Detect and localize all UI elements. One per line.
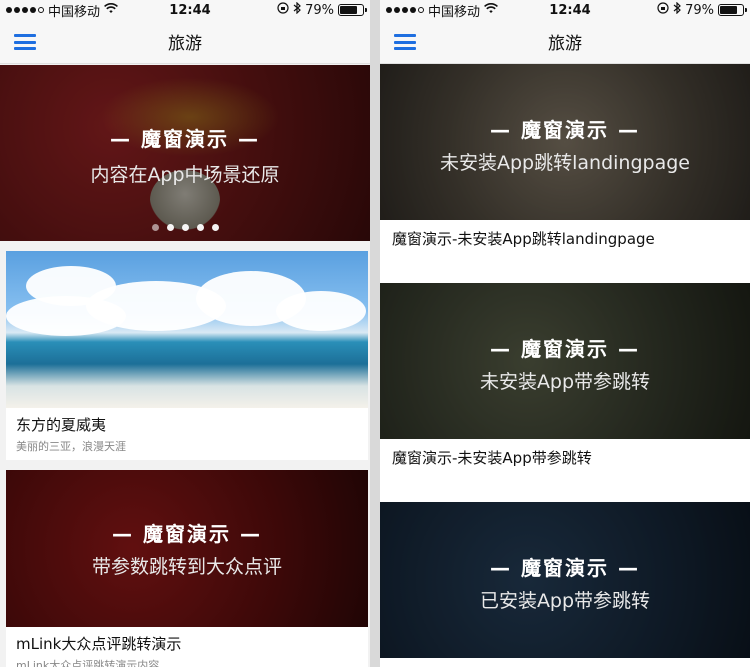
page-title: 旅游 (168, 34, 202, 54)
carrier-label: 中国移动 (48, 4, 101, 20)
card-title: mLink大众点评跳转演示 (16, 635, 182, 653)
card-caption: 东方的夏威夷 美丽的三亚，浪漫天涯 (6, 408, 368, 454)
battery-percent: 79% (685, 2, 714, 18)
left-phone-screen: 中国移动 12:44 79% 旅游 — 魔窗演示 — 内容在App中场景还原 东… (0, 0, 370, 667)
status-time: 12:44 (169, 2, 211, 18)
bluetooth-icon (293, 1, 301, 18)
battery-icon (717, 4, 747, 16)
right-phone-screen: 中国移动 12:44 79% 旅游 — 魔窗演示 — 未安装App跳转landi… (380, 0, 750, 667)
wifi-icon (104, 2, 118, 18)
banner-carousel[interactable]: — 魔窗演示 — 内容在App中场景还原 (0, 65, 370, 241)
navigation-bar: 旅游 (0, 20, 370, 64)
carrier-label: 中国移动 (428, 4, 481, 20)
banner-overlay (0, 65, 370, 241)
card-overlay-subtitle: 带参数跳转到大众点评 (91, 556, 282, 578)
signal-strength-icon (386, 7, 424, 13)
wifi-icon (484, 2, 498, 18)
card-caption: mLink大众点评跳转演示 mLink大众点评跳转演示内容 (6, 627, 368, 667)
hamburger-menu-icon[interactable] (14, 34, 36, 50)
card-overlay-title: — 魔窗演示 — (490, 118, 640, 142)
status-left: 中国移动 (6, 1, 146, 20)
battery-fill (339, 6, 358, 14)
card-image-liquor: — 魔窗演示 — 未安装App跳转landingpage (380, 64, 750, 220)
card-spacer (380, 257, 750, 281)
carousel-dot[interactable] (196, 224, 204, 231)
banner-subtitle: 内容在App中场景还原 (90, 164, 280, 186)
card-caption: 魔窗演示-未安装App带参跳转 (380, 439, 750, 476)
card-overlay-title: — 魔窗演示 — (490, 556, 640, 580)
battery-percent: 79% (305, 2, 334, 18)
carousel-dot[interactable] (151, 224, 159, 231)
status-bar: 中国移动 12:44 79% (0, 0, 370, 20)
card-overlay-subtitle: 未安装App带参跳转 (479, 371, 651, 393)
card-caption: 魔窗演示-未安装App跳转landingpage (380, 220, 750, 257)
carousel-dot[interactable] (211, 224, 219, 231)
card-overlay (6, 470, 368, 627)
battery-icon (337, 4, 367, 16)
card-overlay-subtitle: 未安装App跳转landingpage (440, 152, 690, 174)
card-image-beach (6, 251, 368, 408)
status-right: 79% (234, 1, 367, 18)
rotation-lock-icon (657, 2, 669, 18)
status-right: 79% (614, 1, 747, 18)
navigation-bar: 旅游 (380, 20, 750, 64)
signal-strength-icon (6, 7, 44, 13)
card-image-food: — 魔窗演示 — 已安装App带参跳转 (380, 502, 750, 658)
list-item[interactable]: — 魔窗演示 — 未安装App带参跳转 魔窗演示-未安装App带参跳转 (380, 283, 750, 500)
carousel-dot[interactable] (181, 224, 189, 231)
list-item[interactable]: — 魔窗演示 — 带参数跳转到大众点评 mLink大众点评跳转演示 mLink大… (6, 470, 368, 667)
card-overlay-subtitle: 已安装App带参跳转 (479, 590, 651, 612)
card-subtitle: mLink大众点评跳转演示内容 (16, 659, 160, 667)
carousel-dot[interactable] (166, 224, 174, 231)
list-item[interactable]: — 魔窗演示 — 未安装App跳转landingpage 魔窗演示-未安装App… (380, 64, 750, 281)
carousel-dots (0, 224, 370, 231)
list-item[interactable]: — 魔窗演示 — 已安装App带参跳转 (380, 502, 750, 658)
rotation-lock-icon (277, 2, 289, 18)
status-left: 中国移动 (386, 1, 526, 20)
status-time: 12:44 (549, 2, 591, 18)
card-title: 东方的夏威夷 (16, 416, 107, 434)
bluetooth-icon (673, 1, 681, 18)
card-image-tea: — 魔窗演示 — 未安装App带参跳转 (380, 283, 750, 439)
battery-fill (719, 6, 738, 14)
status-bar: 中国移动 12:44 79% (380, 0, 750, 20)
page-title: 旅游 (548, 34, 582, 54)
banner-title: — 魔窗演示 — (110, 127, 260, 151)
card-image-promo: — 魔窗演示 — 带参数跳转到大众点评 (6, 470, 368, 627)
card-subtitle: 美丽的三亚，浪漫天涯 (16, 440, 126, 453)
card-overlay-title: — 魔窗演示 — (490, 337, 640, 361)
card-overlay-title: — 魔窗演示 — (112, 522, 262, 546)
list-item[interactable]: 东方的夏威夷 美丽的三亚，浪漫天涯 (6, 251, 368, 460)
card-spacer (380, 476, 750, 500)
hamburger-menu-icon[interactable] (394, 34, 416, 50)
